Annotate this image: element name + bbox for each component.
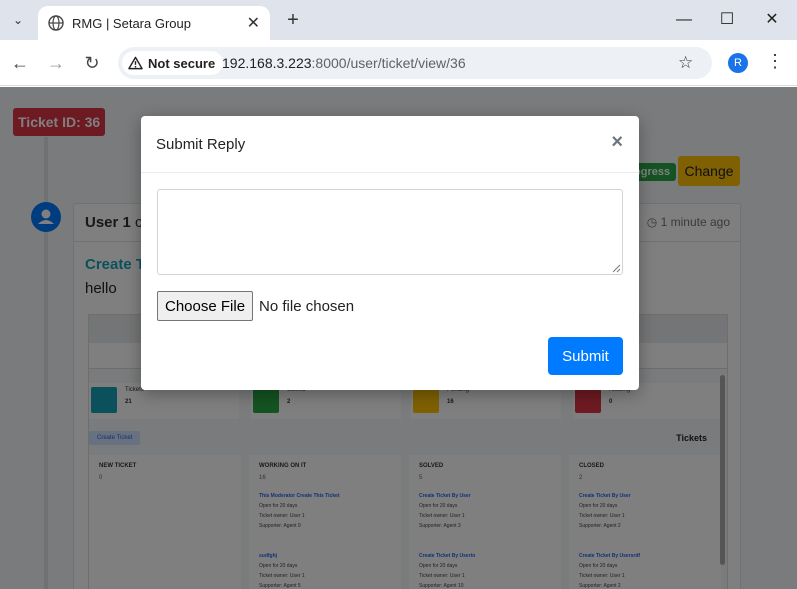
close-window-icon[interactable]: ✕ (760, 8, 784, 32)
url-path: :8000/user/ticket/view/36 (311, 55, 466, 71)
url-host: 192.168.3.223 (222, 55, 312, 71)
new-tab-plus-icon[interactable]: + (282, 9, 304, 31)
globe-icon (48, 15, 64, 31)
browser-tab-bar: ⌄ RMG | Setara Group ✕ + — ☐ ✕ (0, 0, 797, 40)
security-label: Not secure (148, 55, 216, 71)
submit-button[interactable]: Submit (548, 337, 623, 375)
tab-close-icon[interactable]: ✕ (247, 13, 260, 33)
file-status: No file chosen (259, 297, 355, 315)
omnibox[interactable]: Not secure 192.168.3.223:8000/user/ticke… (118, 47, 712, 79)
tab-title: RMG | Setara Group (72, 15, 191, 31)
choose-file-button[interactable]: Choose File (157, 291, 254, 321)
forward-arrow-icon[interactable]: → (44, 51, 68, 75)
file-input-row: Choose File No file chosen (157, 291, 354, 321)
back-arrow-icon[interactable]: ← (8, 51, 32, 75)
modal-header: Submit Reply × (141, 116, 639, 173)
resize-grip-icon[interactable] (612, 264, 621, 273)
profile-avatar[interactable]: R (728, 53, 748, 73)
tab-search-chevron-icon[interactable]: ⌄ (6, 8, 30, 32)
reply-textarea[interactable] (157, 189, 623, 275)
security-indicator[interactable]: Not secure (122, 51, 224, 75)
url-text[interactable]: 192.168.3.223:8000/user/ticket/view/36 (222, 55, 466, 71)
minimize-icon[interactable]: — (672, 8, 696, 32)
submit-reply-modal: Submit Reply × Choose File No file chose… (141, 116, 639, 390)
bookmark-star-icon[interactable]: ☆ (678, 53, 693, 73)
address-bar: ← → ↻ Not secure 192.168.3.223:8000/user… (0, 40, 797, 86)
warning-triangle-icon (128, 56, 143, 70)
modal-close-icon[interactable]: × (611, 132, 623, 152)
browser-menu-kebab-icon[interactable]: ⋮ (766, 51, 784, 72)
modal-title: Submit Reply (156, 136, 246, 153)
reload-icon[interactable]: ↻ (80, 51, 104, 75)
maximize-icon[interactable]: ☐ (715, 8, 739, 32)
browser-tab[interactable]: RMG | Setara Group ✕ (38, 6, 270, 40)
